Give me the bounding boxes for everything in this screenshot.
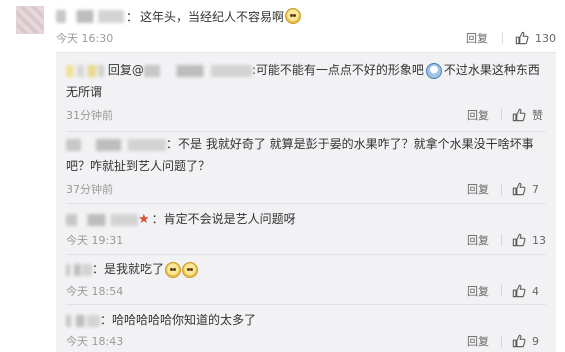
reply-text: ：不是 我就好奇了 就算是彭于晏的水果咋了？就拿个水果没干啥坏事吧？咋就扯到艺人… [66,133,546,177]
tear-emoji-icon [425,62,442,79]
reply-item: ：不是 我就好奇了 就算是彭于晏的水果咋了？就拿个水果没干啥坏事吧？咋就扯到艺人… [66,133,546,204]
doge-emoji-icon [165,261,182,278]
thumbs-up-icon [512,284,526,298]
star-icon: ★ [138,212,150,227]
reply-time: 今天 18:54 [66,285,124,298]
reply-meta: 31分钟前 回复 赞 [66,106,546,124]
avatar[interactable] [16,6,44,34]
thumbs-up-icon [515,31,529,45]
reply-text: ：哈哈哈哈哈你知道的太多了 [66,309,546,331]
like-count: 4 [532,284,539,298]
like-count: 13 [532,233,546,247]
divider [501,285,502,297]
reply-divider [66,254,546,255]
username-blurred[interactable] [56,9,124,23]
reply-item: 回复@:可能不能有一点点不好的形象吧 不过水果这种东西无所谓 31分钟前 回复 赞 [66,59,546,132]
divider [502,32,503,44]
reply-item: ★ ：肯定不会说是艺人问题呀 今天 19:31 回复 13 [66,208,546,255]
reply-item: ：哈哈哈哈哈你知道的太多了 今天 18:43 回复 9 [66,309,546,348]
reply-meta: 今天 19:31 回复 13 [66,231,546,249]
reply-meta: 37分钟前 回复 7 [66,180,546,198]
name-separator: ： [92,262,105,276]
divider [501,234,502,246]
reply-text: 回复@:可能不能有一点点不好的形象吧 不过水果这种东西无所谓 [66,59,546,103]
reply-time: 今天 18:43 [66,335,124,348]
like-button[interactable]: 13 [512,233,546,247]
reply-text: ★ ：肯定不会说是艺人问题呀 [66,208,546,231]
name-separator: ： [151,212,164,226]
reply-time: 今天 19:31 [66,234,124,247]
main-comment-meta: 今天 16:30 回复 130 [56,29,556,47]
like-count: 9 [532,334,539,348]
comment-time: 今天 16:30 [56,32,114,45]
reply-divider [66,203,546,204]
main-comment-line: ： 这年头，当经纪人不容易啊 [56,6,302,26]
username-blurred[interactable] [66,314,100,327]
reply-time: 37分钟前 [66,183,113,196]
reply-meta: 今天 18:54 回复 4 [66,282,546,300]
thumbs-up-icon [512,334,526,348]
name-separator: ： [126,9,139,24]
thumbs-up-icon [512,233,526,247]
reply-meta: 今天 18:43 回复 9 [66,332,546,350]
like-button[interactable]: 9 [512,334,546,348]
reply-button[interactable]: 回复 [467,181,489,197]
like-button[interactable]: 130 [515,31,556,45]
reply-at-prefix: 回复@ [107,63,144,77]
reply-text-part: 是我就吃了 [104,262,165,276]
reply-button[interactable]: 回复 [466,30,488,46]
divider [501,335,502,347]
username-blurred[interactable] [66,138,166,151]
reply-divider [66,304,546,305]
reply-text-part: 可能不能有一点点不好的形象吧 [255,63,424,77]
reply-text: ：是我就吃了 [66,258,546,280]
username-blurred[interactable] [66,213,138,226]
thumbs-up-icon [512,182,526,196]
name-separator: ： [166,137,179,151]
divider [501,109,502,121]
like-count: 赞 [532,109,543,122]
like-button[interactable]: 赞 [512,107,546,123]
reply-text-part: 哈哈哈哈哈你知道的太多了 [112,313,257,327]
reply-button[interactable]: 回复 [467,232,489,248]
like-button[interactable]: 7 [512,182,546,196]
reply-time: 31分钟前 [66,109,113,122]
reply-button[interactable]: 回复 [467,283,489,299]
reply-button[interactable]: 回复 [467,333,489,349]
name-separator: ： [100,313,113,327]
reply-divider [66,131,546,132]
doge-emoji-icon [182,261,199,278]
username-blurred[interactable] [66,263,92,276]
like-button[interactable]: 4 [512,284,546,298]
doge-emoji-icon [285,8,302,24]
like-count: 130 [535,31,556,45]
reply-button[interactable]: 回复 [467,107,489,123]
like-count: 7 [532,182,539,196]
username-blurred[interactable] [66,64,104,77]
main-comment-text: 这年头，当经纪人不容易啊 [140,9,285,24]
thumbs-up-icon [512,108,526,122]
mention-blurred[interactable] [143,64,252,77]
divider [501,183,502,195]
reply-item: ：是我就吃了 今天 18:54 回复 4 [66,258,546,305]
reply-text-part: 肯定不会说是艺人问题呀 [163,212,296,226]
replies-panel: 回复@:可能不能有一点点不好的形象吧 不过水果这种东西无所谓 31分钟前 回复 赞… [56,52,556,352]
